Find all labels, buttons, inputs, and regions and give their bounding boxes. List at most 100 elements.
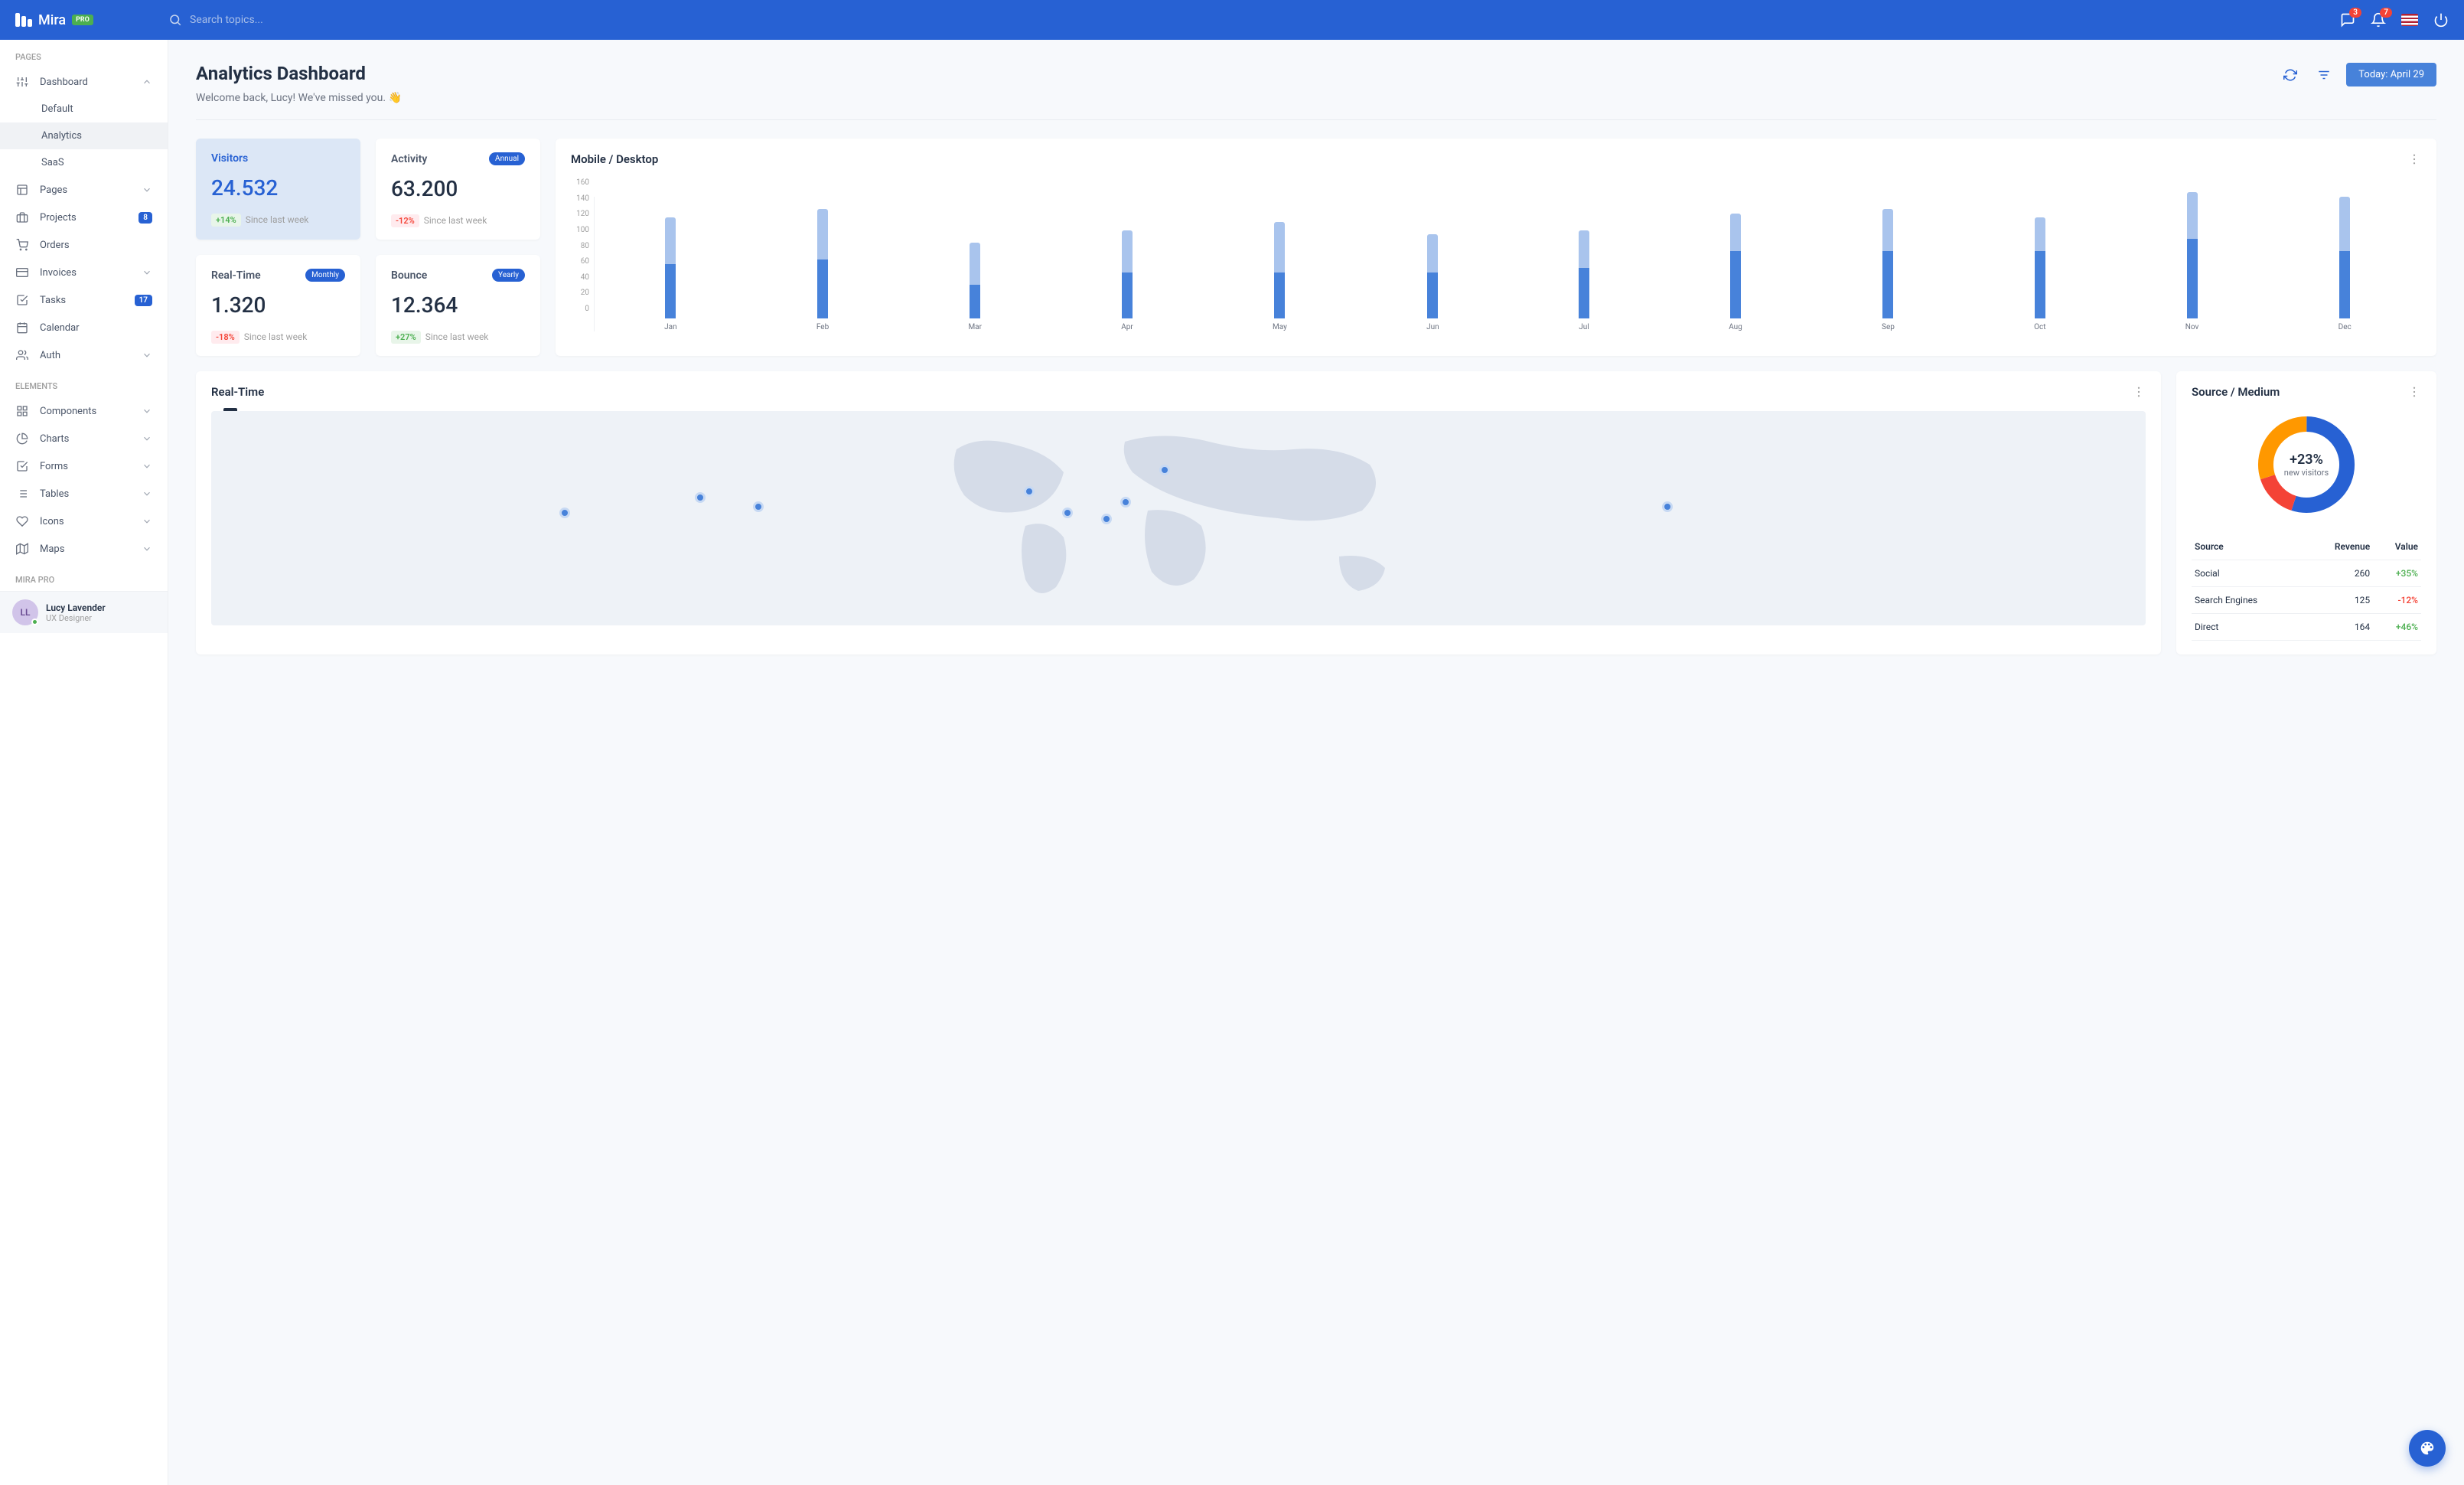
sidebar-item-projects[interactable]: Projects 8 bbox=[0, 204, 168, 231]
sidebar-item-invoices[interactable]: Invoices bbox=[0, 259, 168, 286]
cart-icon bbox=[15, 239, 29, 251]
card-title: Source / Medium bbox=[2192, 385, 2280, 399]
sidebar-user[interactable]: LL Lucy Lavender UX Designer bbox=[0, 591, 168, 633]
sidebar-item-components[interactable]: Components bbox=[0, 397, 168, 425]
credit-card-icon bbox=[15, 266, 29, 279]
stat-card-bounce: BounceYearly 12.364 +27%Since last week bbox=[376, 255, 540, 356]
user-role: UX Designer bbox=[46, 613, 106, 623]
sidebar-item-pages[interactable]: Pages bbox=[0, 176, 168, 204]
world-map[interactable] bbox=[211, 411, 2146, 625]
header-actions: Today: April 29 bbox=[2279, 63, 2436, 86]
language-button[interactable] bbox=[2401, 14, 2418, 26]
sidebar-item-label: Auth bbox=[40, 350, 131, 361]
sidebar-item-analytics[interactable]: Analytics bbox=[0, 122, 168, 149]
bar-group: Jan bbox=[664, 217, 676, 331]
sidebar-item-icons[interactable]: Icons bbox=[0, 508, 168, 535]
bar-group: Oct bbox=[2034, 217, 2045, 331]
table-row: Direct 164 +46% bbox=[2192, 614, 2421, 641]
sliders-icon bbox=[15, 76, 29, 88]
map-marker[interactable] bbox=[1024, 486, 1035, 497]
sidebar-item-tables[interactable]: Tables bbox=[0, 480, 168, 508]
sidebar-item-default[interactable]: Default bbox=[0, 96, 168, 122]
briefcase-icon bbox=[15, 211, 29, 224]
brand[interactable]: Mira PRO bbox=[15, 12, 168, 28]
sidebar-item-saas[interactable]: SaaS bbox=[0, 149, 168, 176]
cell-value: +46% bbox=[2373, 614, 2421, 641]
stat-card-realtime: Real-TimeMonthly 1.320 -18%Since last we… bbox=[196, 255, 360, 356]
sidebar-item-label: Tasks bbox=[40, 295, 124, 306]
tasks-badge: 17 bbox=[135, 295, 152, 306]
sidebar-item-maps[interactable]: Maps bbox=[0, 535, 168, 563]
stat-chip: Yearly bbox=[492, 269, 525, 282]
power-icon bbox=[2433, 12, 2449, 28]
projects-badge: 8 bbox=[139, 212, 152, 224]
bar-group: Apr bbox=[1121, 230, 1133, 332]
sidebar-item-orders[interactable]: Orders bbox=[0, 231, 168, 259]
more-button[interactable] bbox=[2132, 385, 2146, 399]
notifications-badge: 7 bbox=[2380, 8, 2392, 18]
source-table: Source Revenue Value Social 260 +35%Sear… bbox=[2192, 534, 2421, 641]
bar-label: Sep bbox=[1882, 323, 1895, 331]
search-icon bbox=[168, 13, 182, 27]
check-square-icon bbox=[15, 294, 29, 306]
power-button[interactable] bbox=[2433, 12, 2449, 28]
card-title: Real-Time bbox=[211, 385, 264, 399]
search-area bbox=[168, 13, 2340, 27]
more-button[interactable] bbox=[2407, 152, 2421, 166]
stat-value: 24.532 bbox=[211, 175, 345, 201]
layout-icon bbox=[15, 184, 29, 196]
filter-button[interactable] bbox=[2312, 64, 2335, 86]
chevron-down-icon bbox=[142, 461, 152, 472]
bar-group: May bbox=[1273, 222, 1287, 332]
bar-label: Dec bbox=[2339, 323, 2352, 331]
sidebar-item-forms[interactable]: Forms bbox=[0, 452, 168, 480]
sidebar-item-calendar[interactable]: Calendar bbox=[0, 314, 168, 341]
stat-value: 63.200 bbox=[391, 176, 525, 201]
sidebar-item-label: Forms bbox=[40, 461, 131, 472]
map-marker[interactable] bbox=[753, 501, 764, 512]
map-marker[interactable] bbox=[559, 508, 570, 518]
sidebar-item-tasks[interactable]: Tasks 17 bbox=[0, 286, 168, 314]
flag-icon bbox=[2401, 14, 2418, 26]
bar-label: Jan bbox=[664, 323, 676, 331]
table-row: Search Engines 125 -12% bbox=[2192, 587, 2421, 614]
sidebar-item-charts[interactable]: Charts bbox=[0, 425, 168, 452]
bar-group: Dec bbox=[2339, 197, 2352, 332]
more-button[interactable] bbox=[2407, 385, 2421, 399]
sidebar-section-pages: PAGES bbox=[0, 40, 168, 68]
refresh-icon bbox=[2283, 68, 2297, 82]
refresh-button[interactable] bbox=[2279, 64, 2302, 86]
bar-group: Aug bbox=[1729, 214, 1742, 332]
chevron-down-icon bbox=[142, 350, 152, 361]
stat-sub: Since last week bbox=[244, 331, 308, 342]
date-button[interactable]: Today: April 29 bbox=[2346, 63, 2436, 86]
avatar: LL bbox=[12, 599, 38, 625]
bar-group: Jun bbox=[1426, 234, 1439, 331]
brand-name: Mira bbox=[38, 12, 66, 28]
sidebar-item-label: Default bbox=[41, 103, 152, 115]
pro-badge: PRO bbox=[72, 15, 93, 25]
calendar-icon bbox=[15, 321, 29, 334]
sidebar-item-auth[interactable]: Auth bbox=[0, 341, 168, 369]
sidebar-item-dashboard[interactable]: Dashboard bbox=[0, 68, 168, 96]
chevron-down-icon bbox=[142, 543, 152, 554]
bar-group: Jul bbox=[1579, 230, 1589, 332]
card-title: Mobile / Desktop bbox=[571, 152, 658, 166]
page-title: Analytics Dashboard bbox=[196, 63, 402, 84]
sidebar-item-label: Calendar bbox=[40, 322, 152, 334]
map-icon bbox=[15, 543, 29, 555]
map-marker[interactable] bbox=[1662, 501, 1673, 512]
bar-label: Mar bbox=[968, 323, 982, 331]
map-marker[interactable] bbox=[1159, 465, 1170, 475]
notifications-button[interactable]: 7 bbox=[2371, 12, 2386, 28]
messages-button[interactable]: 3 bbox=[2340, 12, 2355, 28]
stat-sub: Since last week bbox=[424, 215, 487, 226]
sidebar-item-label: Analytics bbox=[41, 130, 152, 142]
stat-sub: Since last week bbox=[425, 331, 489, 342]
stat-pct: -18% bbox=[211, 331, 240, 344]
sidebar-item-label: Dashboard bbox=[40, 77, 131, 88]
theme-fab[interactable] bbox=[2409, 1430, 2446, 1467]
search-input[interactable] bbox=[190, 14, 419, 26]
bar-label: May bbox=[1273, 323, 1287, 331]
chevron-down-icon bbox=[142, 433, 152, 444]
